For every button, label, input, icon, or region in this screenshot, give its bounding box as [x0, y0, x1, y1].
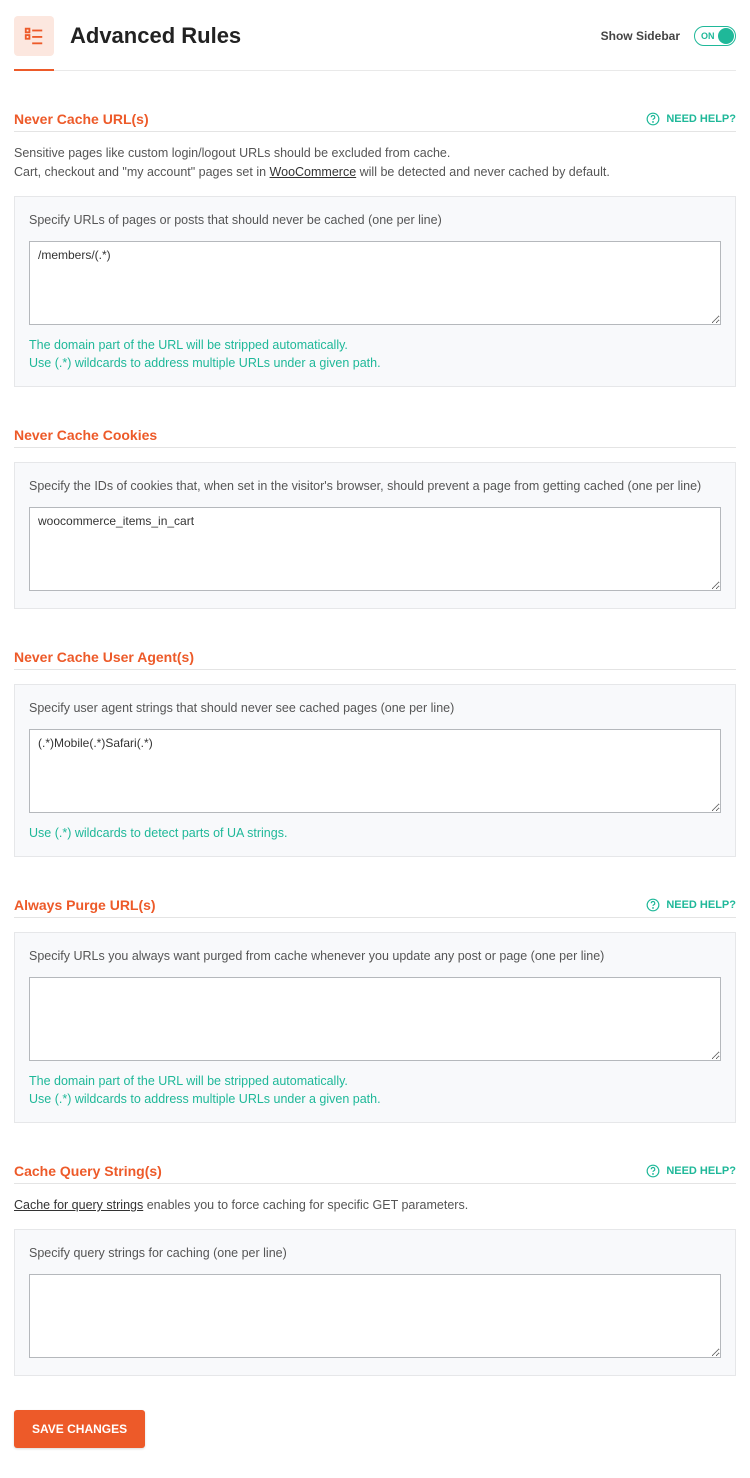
- box-label: Specify query strings for caching (one p…: [29, 1246, 721, 1260]
- hint-line: Use (.*) wildcards to address multiple U…: [29, 1090, 721, 1108]
- never-cache-cookies-input[interactable]: [29, 507, 721, 591]
- box-hint: The domain part of the URL will be strip…: [29, 336, 721, 372]
- page-title: Advanced Rules: [70, 23, 241, 49]
- section-header: Always Purge URL(s) NEED HELP?: [14, 897, 736, 918]
- box-label: Specify the IDs of cookies that, when se…: [29, 479, 721, 493]
- need-help-label: NEED HELP?: [666, 899, 736, 911]
- section-always-purge: Always Purge URL(s) NEED HELP? Specify U…: [14, 897, 736, 1123]
- section-cache-query: Cache Query String(s) NEED HELP? Cache f…: [14, 1163, 736, 1376]
- header-left: Advanced Rules: [14, 16, 241, 56]
- need-help-label: NEED HELP?: [666, 113, 736, 125]
- help-icon: [646, 1164, 660, 1178]
- section-header: Never Cache Cookies: [14, 427, 736, 448]
- section-box: Specify URLs you always want purged from…: [14, 932, 736, 1123]
- show-sidebar-label: Show Sidebar: [601, 29, 680, 43]
- toggle-knob: [718, 28, 734, 44]
- need-help-link[interactable]: NEED HELP?: [646, 112, 736, 126]
- section-title: Never Cache URL(s): [14, 111, 149, 127]
- section-box: Specify user agent strings that should n…: [14, 684, 736, 857]
- section-never-cache-urls: Never Cache URL(s) NEED HELP? Sensitive …: [14, 111, 736, 387]
- hint-line: The domain part of the URL will be strip…: [29, 1072, 721, 1090]
- section-desc: Sensitive pages like custom login/logout…: [14, 144, 736, 182]
- never-cache-ua-input[interactable]: [29, 729, 721, 813]
- section-box: Specify URLs of pages or posts that shou…: [14, 196, 736, 387]
- header-right: Show Sidebar ON: [601, 26, 736, 46]
- need-help-link[interactable]: NEED HELP?: [646, 898, 736, 912]
- desc-line: Sensitive pages like custom login/logout…: [14, 144, 736, 163]
- save-button[interactable]: SAVE CHANGES: [14, 1410, 145, 1448]
- box-hint: Use (.*) wildcards to detect parts of UA…: [29, 824, 721, 842]
- desc-line: Cart, checkout and "my account" pages se…: [14, 163, 736, 182]
- toggle-state-label: ON: [701, 31, 715, 41]
- hint-line: Use (.*) wildcards to detect parts of UA…: [29, 824, 721, 842]
- section-title: Cache Query String(s): [14, 1163, 162, 1179]
- box-label: Specify user agent strings that should n…: [29, 701, 721, 715]
- need-help-label: NEED HELP?: [666, 1165, 736, 1177]
- cache-query-input[interactable]: [29, 1274, 721, 1358]
- section-box: Specify the IDs of cookies that, when se…: [14, 462, 736, 609]
- page-header: Advanced Rules Show Sidebar ON: [14, 16, 736, 71]
- cache-query-strings-link[interactable]: Cache for query strings: [14, 1198, 143, 1212]
- hint-line: The domain part of the URL will be strip…: [29, 336, 721, 354]
- always-purge-input[interactable]: [29, 977, 721, 1061]
- rules-icon: [14, 16, 54, 56]
- box-label: Specify URLs you always want purged from…: [29, 949, 721, 963]
- never-cache-urls-input[interactable]: [29, 241, 721, 325]
- section-box: Specify query strings for caching (one p…: [14, 1229, 736, 1376]
- section-header: Cache Query String(s) NEED HELP?: [14, 1163, 736, 1184]
- section-never-cache-ua: Never Cache User Agent(s) Specify user a…: [14, 649, 736, 857]
- desc-text: Cart, checkout and "my account" pages se…: [14, 165, 270, 179]
- section-never-cache-cookies: Never Cache Cookies Specify the IDs of c…: [14, 427, 736, 609]
- desc-text: enables you to force caching for specifi…: [143, 1198, 468, 1212]
- section-title: Never Cache User Agent(s): [14, 649, 194, 665]
- box-label: Specify URLs of pages or posts that shou…: [29, 213, 721, 227]
- section-header: Never Cache User Agent(s): [14, 649, 736, 670]
- section-title: Never Cache Cookies: [14, 427, 157, 443]
- help-icon: [646, 898, 660, 912]
- help-icon: [646, 112, 660, 126]
- box-hint: The domain part of the URL will be strip…: [29, 1072, 721, 1108]
- hint-line: Use (.*) wildcards to address multiple U…: [29, 354, 721, 372]
- section-header: Never Cache URL(s) NEED HELP?: [14, 111, 736, 132]
- desc-text: will be detected and never cached by def…: [356, 165, 610, 179]
- need-help-link[interactable]: NEED HELP?: [646, 1164, 736, 1178]
- section-desc: Cache for query strings enables you to f…: [14, 1196, 736, 1215]
- woocommerce-link[interactable]: WooCommerce: [270, 165, 357, 179]
- show-sidebar-toggle[interactable]: ON: [694, 26, 736, 46]
- section-title: Always Purge URL(s): [14, 897, 156, 913]
